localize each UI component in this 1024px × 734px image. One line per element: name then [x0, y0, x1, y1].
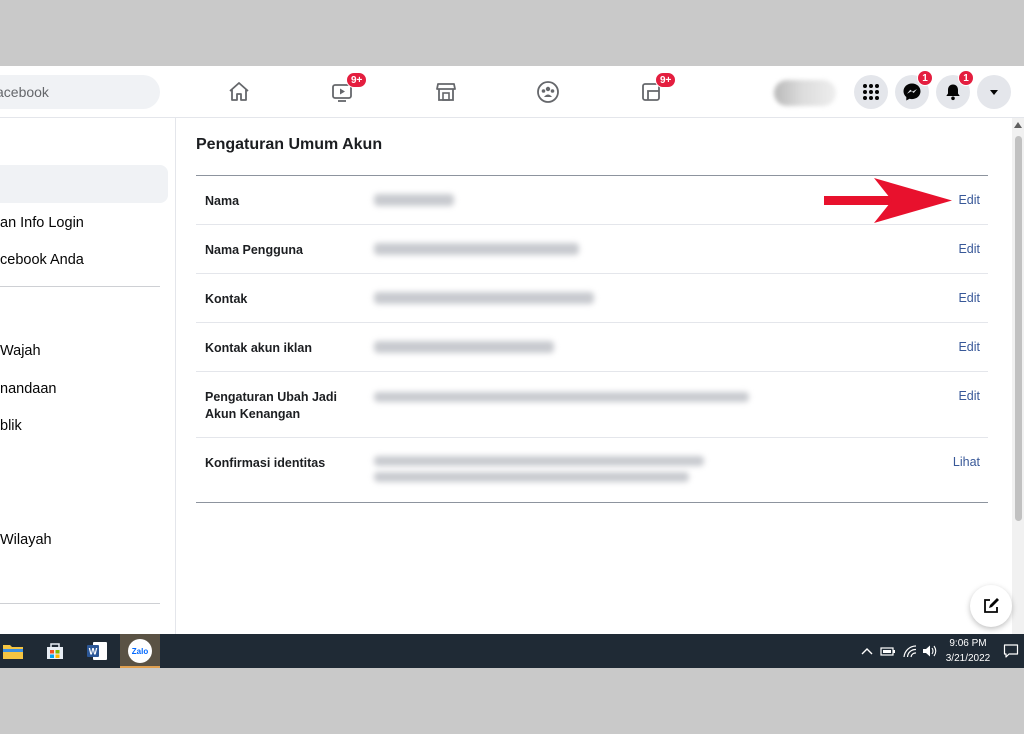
new-message-button[interactable] — [970, 585, 1012, 627]
svg-text:W: W — [89, 647, 98, 657]
taskbar-word[interactable]: W — [84, 638, 110, 664]
volume-icon[interactable] — [922, 644, 938, 658]
setting-label: Pengaturan Ubah Jadi Akun Kenangan — [205, 390, 337, 421]
settings-main-panel: Pengaturan Umum Akun Nama Edit Nama Peng… — [176, 118, 1012, 668]
nav-gaming-tab[interactable]: 9+ — [631, 72, 677, 108]
taskbar-microsoft-store[interactable] — [42, 638, 68, 664]
top-navigation-bar: acebook 9+ 9+ 1 1 — [0, 66, 1024, 118]
setting-value-blurred — [374, 292, 594, 304]
bell-icon — [946, 84, 960, 101]
watch-badge: 9+ — [346, 72, 368, 88]
setting-label: Kontak — [205, 292, 248, 306]
word-icon: W — [87, 642, 107, 660]
sidebar-divider — [0, 286, 160, 287]
nav-groups-tab[interactable] — [528, 76, 568, 108]
setting-label: Nama — [205, 194, 240, 208]
sidebar-item-face-recognition[interactable]: Wajah — [0, 343, 41, 359]
setting-row-identity-confirmation[interactable]: Konfirmasi identitas Lihat — [196, 437, 988, 502]
setting-value-blurred — [374, 243, 579, 255]
scroll-thumb[interactable] — [1015, 136, 1022, 521]
profile-shortcut[interactable] — [774, 80, 836, 106]
red-pointer-arrow-icon — [824, 178, 952, 223]
messenger-icon — [903, 83, 921, 101]
setting-row-memorialization[interactable]: Pengaturan Ubah Jadi Akun Kenangan Edit — [196, 371, 988, 437]
setting-value-blurred — [374, 341, 554, 353]
battery-icon[interactable] — [880, 645, 896, 657]
messenger-badge: 1 — [917, 70, 933, 86]
setting-label: Nama Pengguna — [205, 243, 303, 257]
notification-center-icon[interactable] — [1003, 643, 1019, 659]
setting-value-blurred — [374, 194, 454, 206]
compose-icon — [984, 598, 999, 613]
search-input[interactable]: acebook — [0, 75, 160, 109]
edit-memorialization-link[interactable]: Edit — [958, 389, 980, 403]
menu-button[interactable] — [854, 75, 888, 109]
nav-watch-tab[interactable]: 9+ — [322, 72, 368, 108]
home-icon — [229, 82, 249, 101]
settings-sidebar: an Info Login cebook Anda Wajah nandaan … — [0, 118, 176, 668]
notifications-button[interactable]: 1 — [936, 70, 974, 109]
setting-value-blurred — [374, 456, 704, 466]
browser-viewport: acebook 9+ 9+ 1 1 an Info Login cebook A… — [0, 66, 1024, 668]
nav-home-tab[interactable] — [219, 76, 259, 108]
taskbar-file-explorer[interactable] — [0, 638, 26, 664]
nav-marketplace-tab[interactable] — [426, 76, 466, 108]
notifications-badge: 1 — [958, 70, 974, 86]
store-icon — [47, 643, 63, 659]
caret-down-icon — [990, 90, 998, 95]
show-hidden-icons-chevron-icon[interactable] — [861, 646, 873, 656]
scroll-up-icon — [1014, 122, 1022, 128]
setting-row-contact[interactable]: Kontak Edit — [196, 273, 988, 322]
sidebar-item-public-posts[interactable]: blik — [0, 418, 22, 434]
setting-label: Kontak akun iklan — [205, 341, 312, 355]
zalo-icon: Zalo — [128, 639, 152, 663]
grid-menu-icon — [863, 84, 879, 100]
zalo-label: Zalo — [131, 646, 149, 656]
clock-time[interactable]: 9:06 PM — [946, 638, 990, 649]
folder-icon — [3, 645, 23, 659]
wifi-icon[interactable] — [902, 644, 918, 658]
setting-label: Konfirmasi identitas — [205, 456, 326, 470]
edit-name-link[interactable]: Edit — [958, 193, 980, 207]
edit-ad-contact-link[interactable]: Edit — [958, 340, 980, 354]
edit-username-link[interactable]: Edit — [958, 242, 980, 256]
os-taskbar: W Zalo 9:06 PM 3/21/2022 — [0, 634, 1024, 668]
edit-contact-link[interactable]: Edit — [958, 291, 980, 305]
messenger-button[interactable]: 1 — [895, 70, 933, 109]
sidebar-item-language-region[interactable]: Wilayah — [0, 532, 52, 548]
sidebar-item-tagging[interactable]: nandaan — [0, 381, 56, 397]
account-button[interactable] — [977, 75, 1011, 109]
sidebar-divider — [0, 603, 160, 604]
sidebar-item-general-active[interactable] — [0, 165, 168, 203]
groups-icon — [537, 81, 559, 103]
sidebar-item-security-login[interactable]: an Info Login — [0, 215, 84, 231]
setting-value-blurred — [374, 392, 749, 402]
marketplace-icon — [436, 83, 456, 101]
view-identity-link[interactable]: Lihat — [953, 455, 980, 469]
page-title: Pengaturan Umum Akun — [196, 136, 383, 153]
gaming-badge: 9+ — [655, 72, 677, 88]
sidebar-item-your-facebook-info[interactable]: cebook Anda — [0, 252, 84, 268]
setting-row-ad-account-contact[interactable]: Kontak akun iklan Edit — [196, 322, 988, 371]
taskbar-zalo[interactable]: Zalo — [127, 638, 153, 664]
clock-date[interactable]: 3/21/2022 — [942, 653, 994, 664]
setting-value-blurred — [374, 472, 689, 482]
page-scrollbar[interactable] — [1012, 118, 1024, 668]
setting-row-username[interactable]: Nama Pengguna Edit — [196, 224, 988, 273]
